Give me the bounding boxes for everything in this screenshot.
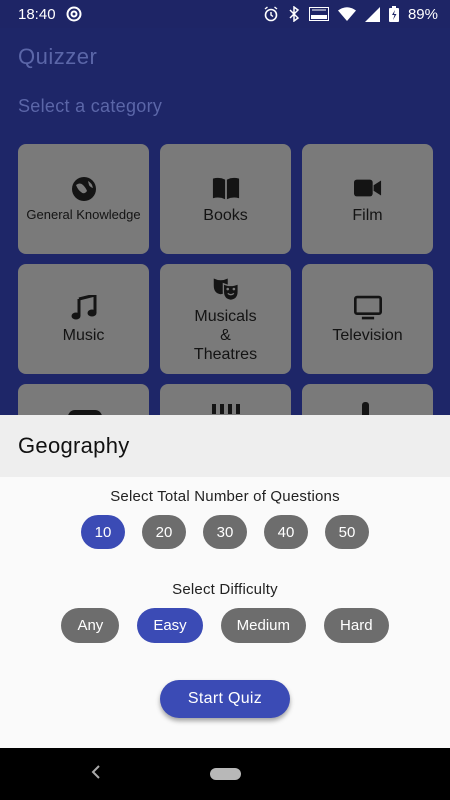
category-card-film[interactable]: Film xyxy=(302,144,433,254)
question-option-40[interactable]: 40 xyxy=(264,515,308,549)
category-card-general-knowledge[interactable]: General Knowledge xyxy=(18,144,149,254)
status-left: 18:40 xyxy=(18,6,82,23)
bluetooth-icon xyxy=(288,6,300,22)
category-label: General Knowledge xyxy=(26,207,141,222)
question-option-20[interactable]: 20 xyxy=(142,515,186,549)
category-card-musicals-theatres[interactable]: Musicals & Theatres xyxy=(160,264,291,374)
difficulty-option-easy[interactable]: Easy xyxy=(137,608,203,643)
question-option-10[interactable]: 10 xyxy=(81,515,125,549)
category-card-books[interactable]: Books xyxy=(160,144,291,254)
signal-icon xyxy=(364,6,380,22)
start-quiz-button[interactable]: Start Quiz xyxy=(160,680,290,718)
status-time: 18:40 xyxy=(18,5,56,23)
battery-icon xyxy=(388,6,399,22)
sheet-header: Geography xyxy=(0,415,450,477)
category-heading: Select a category xyxy=(18,96,163,116)
category-card-television[interactable]: Television xyxy=(302,264,433,374)
difficulty-option-medium[interactable]: Medium xyxy=(220,608,307,643)
battery-percent: 89% xyxy=(407,5,438,23)
difficulty-option-any[interactable]: Any xyxy=(61,608,120,643)
difficulty-option-hard[interactable]: Hard xyxy=(324,608,389,643)
tv-icon xyxy=(353,294,382,322)
book-icon xyxy=(212,174,240,202)
sheet-title: Geography xyxy=(18,433,130,458)
system-nav-bar xyxy=(0,748,450,800)
app-title: Quizzer xyxy=(18,44,98,69)
category-label: Books xyxy=(203,206,248,224)
status-bar: 18:40 89% xyxy=(0,0,450,28)
globe-icon xyxy=(70,175,98,203)
question-option-30[interactable]: 30 xyxy=(203,515,247,549)
alarm-icon xyxy=(263,6,279,22)
wifi-icon xyxy=(337,7,356,21)
category-label: Musicals & Theatres xyxy=(193,307,258,363)
question-count-options: 10 20 30 40 50 xyxy=(0,515,450,549)
questions-label: Select Total Number of Questions xyxy=(110,488,340,505)
home-pill[interactable] xyxy=(210,768,241,780)
video-camera-icon xyxy=(353,174,382,202)
theater-masks-icon xyxy=(212,275,240,303)
difficulty-options: Any Easy Medium Hard xyxy=(0,608,450,643)
category-label: Music xyxy=(62,326,105,344)
checkered-flag-icon xyxy=(212,404,240,414)
question-option-50[interactable]: 50 xyxy=(325,515,369,549)
back-icon[interactable] xyxy=(90,762,106,786)
category-label: Film xyxy=(352,206,383,224)
category-card-music[interactable]: Music xyxy=(18,264,149,374)
category-label: Television xyxy=(332,326,403,344)
at-sign-icon xyxy=(66,6,82,22)
difficulty-label: Select Difficulty xyxy=(172,581,278,598)
music-note-icon xyxy=(70,294,98,322)
status-right: 89% xyxy=(263,6,438,23)
volte-icon xyxy=(308,6,329,22)
quiz-options-sheet: Geography Select Total Number of Questio… xyxy=(0,415,450,748)
